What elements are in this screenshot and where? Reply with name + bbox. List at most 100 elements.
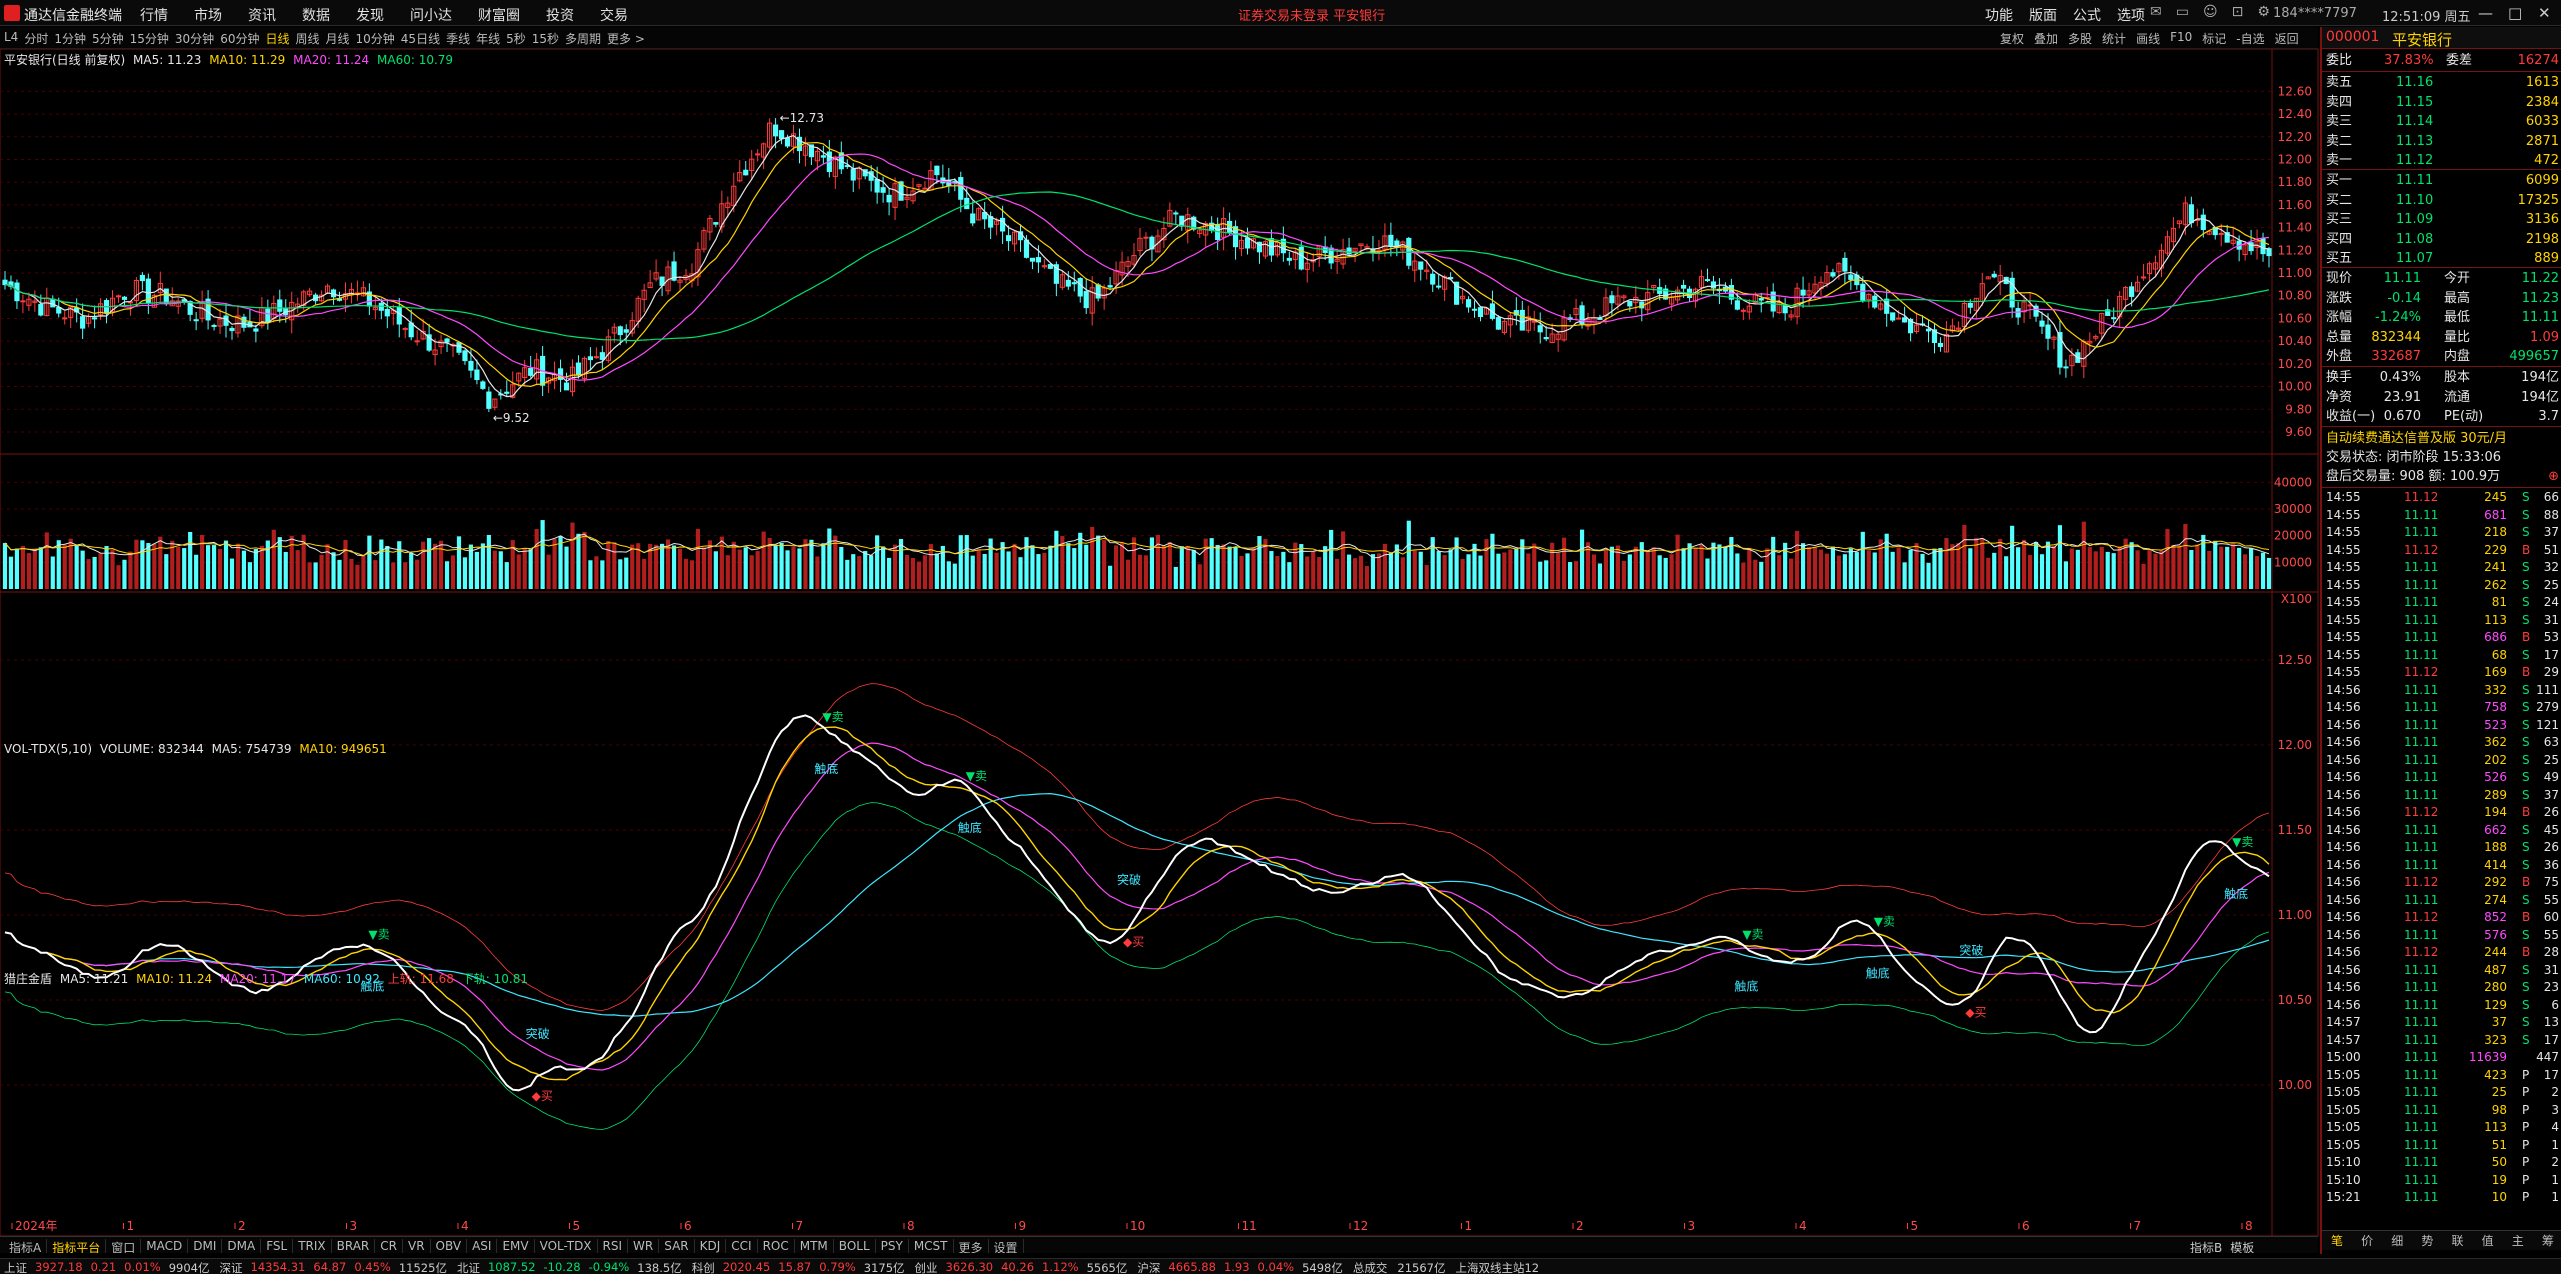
index-quote[interactable]: 北证 1087.52 -10.28 -0.94% 138.5亿 [457, 1260, 682, 1274]
period-tab-11[interactable]: 45日线 [401, 30, 440, 47]
ask-row[interactable]: 卖三 11.14 6033 [2326, 112, 2559, 131]
menu-trade[interactable]: 交易 [600, 5, 628, 25]
menu-invest[interactable]: 投资 [546, 5, 574, 25]
monitor-icon[interactable]: ▭ [2176, 4, 2189, 20]
chart-area[interactable]: 12.60 12.40 12.20 12.00 11.80 11.60 11.40 11.20… [0, 49, 2320, 1253]
chart-tool-2[interactable]: 多股 [2068, 30, 2092, 47]
ask-row[interactable]: 卖一 11.12 472 [2326, 151, 2559, 170]
lock-icon[interactable]: ⊡ [2232, 4, 2244, 20]
index-quote[interactable]: 创业 3626.30 40.26 1.12% 5565亿 [915, 1260, 1128, 1274]
volume-bar [1364, 566, 1370, 589]
menu-formula[interactable]: 公式 [2073, 5, 2101, 25]
quote-tab-5[interactable]: 值 [2473, 1231, 2503, 1250]
tick-count: 24 [2543, 595, 2559, 609]
tick-volume: 362 [2484, 735, 2507, 749]
period-tab-5[interactable]: 30分钟 [175, 30, 214, 47]
period-tab-6[interactable]: 60分钟 [220, 30, 259, 47]
chart-tool-4[interactable]: 画线 [2136, 30, 2160, 47]
chart-tool-5[interactable]: F10 [2170, 30, 2192, 47]
tick-time: 14:56 [2326, 805, 2361, 819]
period-tab-14[interactable]: 5秒 [506, 30, 526, 47]
after-hours-icon[interactable]: ⊕ [2548, 467, 2559, 486]
chart-tool-0[interactable]: 复权 [2000, 30, 2024, 47]
chart-tool-8[interactable]: 返回 [2275, 30, 2299, 47]
volume-bar [1532, 543, 1537, 589]
period-tab-12[interactable]: 季线 [446, 30, 470, 47]
candle-down [1286, 257, 1292, 261]
quote-header: 000001 平安银行 [2322, 27, 2561, 49]
index-change: 15.87 [778, 1260, 812, 1274]
period-tab-3[interactable]: 5分钟 [92, 30, 124, 47]
chart-tool-3[interactable]: 统计 [2102, 30, 2126, 47]
volume-bar [373, 560, 378, 589]
chart-tool-1[interactable]: 叠加 [2034, 30, 2058, 47]
period-tab-10[interactable]: 10分钟 [356, 30, 395, 47]
tick-flag: S [2522, 612, 2530, 627]
quote-tab-7[interactable]: 筹 [2533, 1231, 2561, 1250]
index-quote[interactable]: 沪深 4665.88 1.93 0.04% 5498亿 [1137, 1260, 1343, 1274]
menu-ask[interactable]: 问小达 [410, 5, 452, 25]
period-tab-4[interactable]: 15分钟 [130, 30, 169, 47]
period-tab-7[interactable]: 日线 [265, 30, 289, 47]
period-tab-9[interactable]: 月线 [326, 30, 350, 47]
index-value: 1087.52 [487, 1260, 536, 1274]
user-icon[interactable]: ☺ [2203, 4, 2218, 20]
maximize-icon[interactable]: □ [2508, 4, 2522, 22]
tick-volume: 852 [2484, 910, 2507, 924]
volume-bar [1896, 547, 1901, 589]
close-icon[interactable]: ✕ [2538, 4, 2551, 22]
menu-function[interactable]: 功能 [1985, 5, 2013, 25]
quote-tab-6[interactable]: 主 [2503, 1231, 2533, 1250]
bid-row[interactable]: 买一 11.11 6099 [2326, 171, 2559, 190]
period-tab-16[interactable]: 多周期 [565, 30, 601, 47]
login-notice[interactable]: 证券交易未登录 平安银行 [1238, 5, 1385, 24]
ask-row[interactable]: 卖四 11.15 2384 [2326, 93, 2559, 112]
bid-row[interactable]: 买五 11.07 889 [2326, 249, 2559, 268]
minimize-icon[interactable]: — [2478, 4, 2493, 22]
volume-bar [361, 555, 366, 589]
bid-row[interactable]: 买三 11.09 3136 [2326, 210, 2559, 229]
period-tab-13[interactable]: 年线 [476, 30, 500, 47]
volume-bar [2075, 549, 2080, 589]
period-tab-0[interactable]: L4 [4, 30, 18, 47]
volume-bar [1042, 552, 1047, 589]
menu-layout[interactable]: 版面 [2029, 5, 2057, 25]
period-tab-1[interactable]: 分时 [24, 30, 48, 47]
ask-row[interactable]: 卖五 11.16 1613 [2326, 73, 2559, 92]
period-tab-15[interactable]: 15秒 [532, 30, 559, 47]
ask-row[interactable]: 卖二 11.13 2871 [2326, 132, 2559, 151]
menu-wealth[interactable]: 财富圈 [478, 5, 520, 25]
bid-row[interactable]: 买二 11.10 17325 [2326, 191, 2559, 210]
index-quote[interactable]: 上证 3927.18 0.21 0.01% 9904亿 [4, 1260, 210, 1274]
settings-icon[interactable]: ⚙ [2257, 4, 2270, 20]
menu-options[interactable]: 选项 [2117, 5, 2145, 25]
menu-quotes[interactable]: 行情 [140, 5, 168, 25]
chart-tool-7[interactable]: -自选 [2236, 30, 2264, 47]
period-tab-8[interactable]: 周线 [295, 30, 319, 47]
quote-tab-1[interactable]: 价 [2352, 1231, 2382, 1250]
index-quote[interactable]: 深证 14354.31 64.87 0.45% 11525亿 [220, 1260, 447, 1274]
tick-row: 15:05 11.11 25 P 2 [2326, 1084, 2559, 1102]
server-name[interactable]: 上海双线主站12 [1455, 1260, 1539, 1274]
volume-bar [1257, 536, 1262, 589]
promo-banner[interactable]: 自动续费通达信普及版 30元/月 [2326, 429, 2559, 448]
kline-chart[interactable]: 12.60 12.40 12.20 12.00 11.80 11.60 11.40 11.20… [0, 49, 2320, 1236]
quote-tab-0[interactable]: 笔 [2322, 1231, 2352, 1250]
period-tab-17[interactable]: 更多 > [607, 30, 645, 47]
account-id[interactable]: 184****7797 [2273, 6, 2357, 21]
menu-news[interactable]: 资讯 [248, 5, 276, 25]
period-tab-2[interactable]: 1分钟 [54, 30, 86, 47]
menu-discover[interactable]: 发现 [356, 5, 384, 25]
tick-time: 14:57 [2326, 1015, 2361, 1029]
chart-tool-6[interactable]: 标记 [2202, 30, 2226, 47]
quote-tab-2[interactable]: 细 [2382, 1231, 2412, 1250]
menu-market[interactable]: 市场 [194, 5, 222, 25]
message-icon[interactable]: ✉ [2150, 4, 2162, 20]
quote-tab-4[interactable]: 联 [2443, 1231, 2473, 1250]
quote-tab-3[interactable]: 势 [2412, 1231, 2442, 1250]
volume-bar [922, 555, 928, 589]
index-quote[interactable]: 科创 2020.45 15.87 0.79% 3175亿 [692, 1260, 905, 1274]
volume-bar [2117, 546, 2122, 589]
menu-data[interactable]: 数据 [302, 5, 330, 25]
bid-row[interactable]: 买四 11.08 2198 [2326, 230, 2559, 249]
